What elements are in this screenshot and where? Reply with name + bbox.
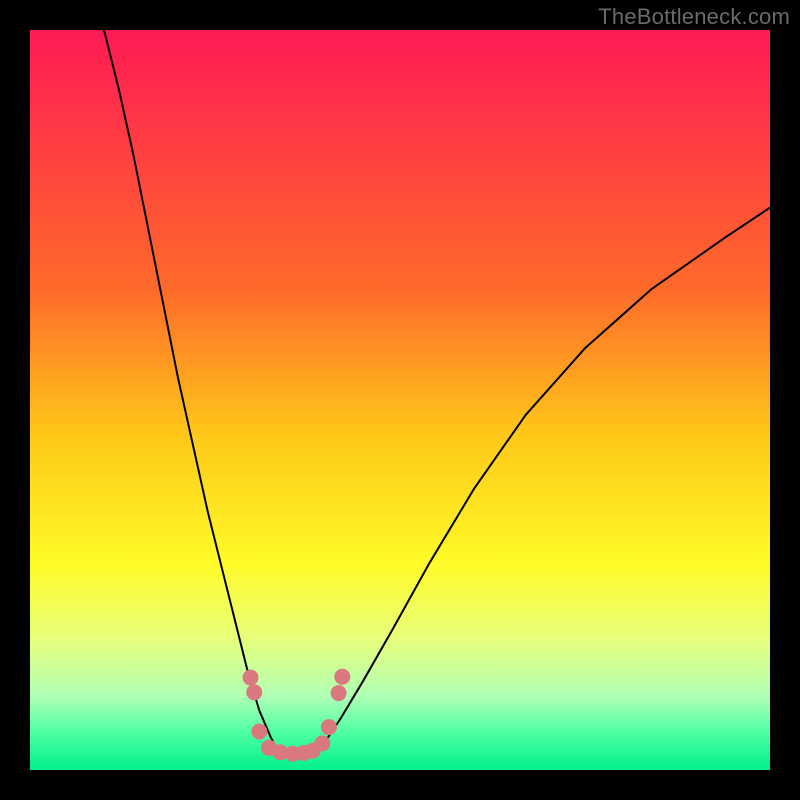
marker-point [334,669,350,685]
marker-point [243,670,259,686]
plot-area [30,30,770,770]
marker-point [314,735,330,751]
chart-svg [30,30,770,770]
marker-point [321,719,337,735]
watermark-text: TheBottleneck.com [598,4,790,30]
chart-frame: TheBottleneck.com [0,0,800,800]
gradient-background [30,30,770,770]
marker-point [246,684,262,700]
marker-point [251,724,267,740]
marker-point [331,685,347,701]
